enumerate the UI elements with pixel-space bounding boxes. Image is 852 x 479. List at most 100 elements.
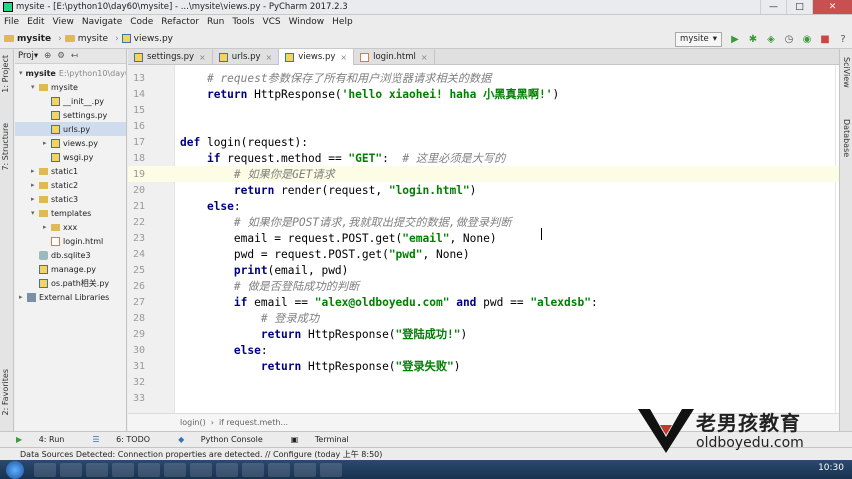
editor-tab[interactable]: login.html × [354,49,435,65]
code-editor[interactable]: 13 # request参数保存了所有和用户浏览器请求相关的数据 14 retur… [128,65,839,413]
code-line[interactable]: 13 # request参数保存了所有和用户浏览器请求相关的数据 [128,70,839,86]
close-button[interactable]: ✕ [812,0,852,14]
code-line[interactable]: 19 # 如果你是GET请求 [128,166,839,182]
code-line[interactable]: 21 else: [128,198,839,214]
taskbar-app[interactable] [138,462,160,477]
taskbar-app[interactable] [268,462,290,477]
expand-arrow-icon[interactable]: ▸ [31,167,39,175]
nav-file[interactable]: views.py [121,34,173,44]
tree-item[interactable]: ▸ static1 [15,164,126,178]
terminal-button[interactable]: ▣ Terminal [291,435,363,444]
coverage-icon[interactable]: ◈ [764,32,778,46]
close-tab-icon[interactable]: × [199,53,206,62]
menu-file[interactable]: File [0,17,23,27]
project-tool-tab[interactable]: 1: Project [1,55,10,93]
tree-item[interactable]: os.path相关.py [15,276,126,290]
debug-icon[interactable]: ✱ [746,32,760,46]
taskbar-app[interactable] [216,462,238,477]
code-line[interactable]: 24 pwd = request.POST.get("pwd", None) [128,246,839,262]
code-line[interactable]: 16 [128,118,839,134]
tree-item[interactable]: db.sqlite3 [15,248,126,262]
status-message[interactable]: Data Sources Detected: Connection proper… [20,449,382,460]
scroll-from-source-icon[interactable]: ⊕ [44,51,51,61]
taskbar-app[interactable] [190,462,212,477]
close-tab-icon[interactable]: × [266,53,273,62]
tree-item[interactable]: ▸ static3 [15,192,126,206]
code-line[interactable]: 27 if email == "alex@oldboyedu.com" and … [128,294,839,310]
menu-code[interactable]: Code [126,17,157,27]
maximize-button[interactable]: □ [786,0,812,14]
code-line[interactable]: 29 return HttpResponse("登陆成功!") [128,326,839,342]
expand-arrow-icon[interactable]: ▾ [31,209,39,217]
editor-tab[interactable]: urls.py × [213,49,280,65]
editor-tab[interactable]: settings.py × [128,49,213,65]
start-button[interactable] [6,460,24,479]
taskbar-app[interactable] [164,462,186,477]
tree-item[interactable]: wsgi.py [15,150,126,164]
code-line[interactable]: 30 else: [128,342,839,358]
close-tab-icon[interactable]: × [340,53,347,62]
tree-item[interactable]: ▸ views.py [15,136,126,150]
code-line[interactable]: 31 return HttpResponse("登录失败") [128,358,839,374]
breadcrumb-function[interactable]: login() [180,418,206,427]
taskbar-app[interactable] [294,462,316,477]
code-line[interactable]: 26 # 做是否登陆成功的判断 [128,278,839,294]
nav-folder[interactable]: mysite [64,34,108,44]
tree-item[interactable]: login.html [15,234,126,248]
tree-item[interactable]: ▸ External Libraries [15,290,126,304]
code-line[interactable]: 20 return render(request, "login.html") [128,182,839,198]
code-line[interactable]: 17 def login(request): [128,134,839,150]
todo-tool-button[interactable]: ☰ 6: TODO [92,435,164,444]
code-line[interactable]: 25 print(email, pwd) [128,262,839,278]
expand-arrow-icon[interactable]: ▸ [43,223,51,231]
code-line[interactable]: 18 if request.method == "GET": # 这里必须是大写… [128,150,839,166]
taskbar-app[interactable] [86,462,108,477]
tree-item[interactable]: __init__.py [15,94,126,108]
expand-arrow-icon[interactable]: ▸ [19,293,27,301]
tree-item[interactable]: manage.py [15,262,126,276]
menu-navigate[interactable]: Navigate [78,17,126,27]
taskbar-app[interactable] [242,462,264,477]
tree-item[interactable]: settings.py [15,108,126,122]
minimize-button[interactable]: — [760,0,786,14]
run-icon[interactable]: ▶ [728,32,742,46]
run-config-select[interactable]: mysite ▾ [675,31,722,47]
help-icon[interactable]: ? [836,32,850,46]
sciview-tool-tab[interactable]: SciView [842,57,851,88]
nav-root[interactable]: mysite [4,34,51,44]
expand-arrow-icon[interactable]: ▸ [31,195,39,203]
taskbar-app[interactable] [34,462,56,477]
editor-tab[interactable]: views.py × [279,49,355,65]
code-line[interactable]: 15 [128,102,839,118]
close-tab-icon[interactable]: × [421,53,428,62]
stop-icon[interactable]: ■ [818,32,832,46]
menu-run[interactable]: Run [203,17,228,27]
breadcrumb-if[interactable]: if request.meth... [219,418,288,427]
tree-item[interactable]: ▾ templates [15,206,126,220]
tree-item[interactable]: urls.py [15,122,126,136]
taskbar-app[interactable] [320,462,342,477]
profile-icon[interactable]: ◷ [782,32,796,46]
tree-item[interactable]: ▸ static2 [15,178,126,192]
tree-item[interactable]: ▾mysiteE:\python10\day60\mysite [15,66,126,80]
menu-window[interactable]: Window [285,17,329,27]
menu-vcs[interactable]: VCS [258,17,284,27]
settings-icon[interactable]: ⚙ [57,51,65,61]
hide-icon[interactable]: ↤ [71,51,78,61]
code-line[interactable]: 33 [128,390,839,406]
project-view-select[interactable]: Proj [18,51,34,61]
menu-tools[interactable]: Tools [228,17,258,27]
code-line[interactable]: 28 # 登录成功 [128,310,839,326]
code-line[interactable]: 22 # 如果你是POST请求,我就取出提交的数据,做登录判断 [128,214,839,230]
menu-refactor[interactable]: Refactor [157,17,203,27]
code-line[interactable]: 14 return HttpResponse('hello xiaohei! h… [128,86,839,102]
favorites-tool-tab[interactable]: 2: Favorites [1,369,10,415]
taskbar-app[interactable] [112,462,134,477]
database-tool-tab[interactable]: Database [842,119,851,157]
tree-item[interactable]: ▸ xxx [15,220,126,234]
run-tool-button[interactable]: ▶ 4: Run [16,435,78,444]
code-line[interactable]: 23 email = request.POST.get("email", Non… [128,230,839,246]
concurrency-icon[interactable]: ◉ [800,32,814,46]
menu-edit[interactable]: Edit [23,17,48,27]
expand-arrow-icon[interactable]: ▸ [43,139,51,147]
